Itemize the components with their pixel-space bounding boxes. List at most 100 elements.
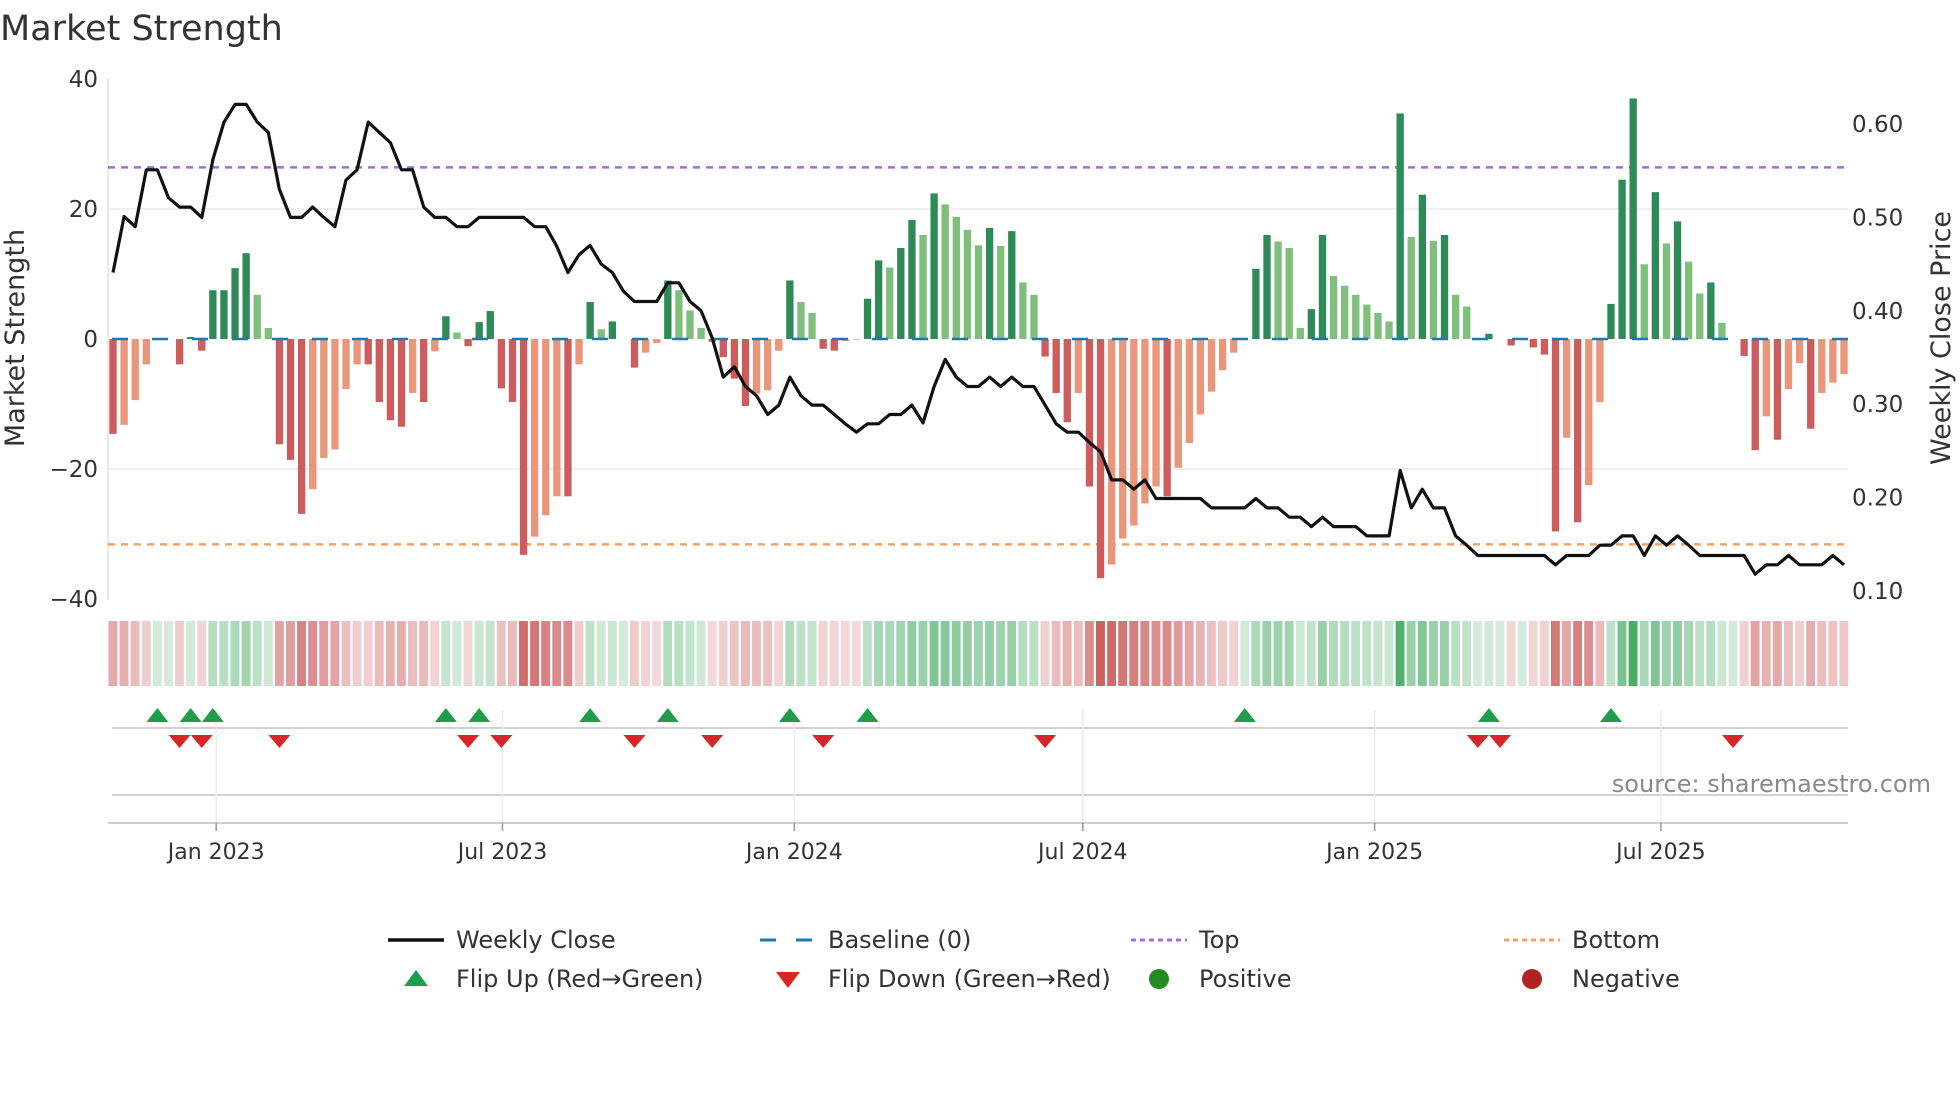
bar-positive xyxy=(608,321,616,339)
strip-cell xyxy=(1550,621,1560,686)
strip-cell xyxy=(1639,621,1649,686)
strip-cell xyxy=(175,621,184,686)
right-tick-label: 0.20 xyxy=(1852,486,1903,512)
bar-positive xyxy=(963,229,972,339)
strip-cell xyxy=(618,621,628,686)
strip-cell xyxy=(951,621,961,686)
bar-positive xyxy=(597,329,605,339)
legend-label-negative: Negative xyxy=(1572,965,1680,993)
strip-cell xyxy=(1839,621,1849,686)
strip-cell xyxy=(1617,621,1627,686)
right-tick-label: 0.10 xyxy=(1852,579,1903,605)
strip-cell xyxy=(1562,621,1571,686)
bar-positive xyxy=(808,313,816,339)
strip-cell xyxy=(519,621,528,686)
bar-negative xyxy=(1829,339,1837,383)
bar-negative xyxy=(142,339,150,365)
strip-cell xyxy=(1772,621,1782,686)
bar-negative xyxy=(1041,339,1049,357)
strip-cell xyxy=(641,621,650,686)
bar-negative xyxy=(275,339,284,445)
strip-cell xyxy=(740,621,750,686)
strip-cell xyxy=(274,621,284,686)
flip-down-marker xyxy=(490,735,513,748)
bar-positive xyxy=(1352,294,1360,339)
strip-cell xyxy=(1417,621,1427,686)
left-axis-label: Market Strength xyxy=(0,229,31,447)
strip-cell xyxy=(607,621,617,686)
left-tick-label: 40 xyxy=(69,67,98,93)
bar-negative xyxy=(408,339,417,393)
strip-cell xyxy=(929,621,939,686)
bar-negative xyxy=(1207,339,1216,392)
strip-cell xyxy=(696,621,706,686)
strip-cell xyxy=(1029,621,1039,686)
bar-negative xyxy=(1762,339,1770,417)
strip-cell xyxy=(541,621,551,686)
x-tick-label: Jul 2025 xyxy=(1614,840,1706,865)
bar-negative xyxy=(1795,339,1804,364)
triangle-up-icon xyxy=(404,970,428,986)
bar-negative xyxy=(830,339,838,351)
strip-cell xyxy=(985,621,994,686)
bar-positive xyxy=(874,260,883,339)
strip-cell xyxy=(1428,621,1438,686)
strip-cell xyxy=(119,621,129,686)
strip-cell xyxy=(707,621,717,686)
flip-up-marker xyxy=(201,708,224,722)
x-tick-label: Jan 2023 xyxy=(166,840,265,865)
strip-cell xyxy=(408,621,417,686)
strip-cell xyxy=(1484,621,1494,686)
strip-cell xyxy=(763,621,773,686)
bar-positive xyxy=(1296,327,1304,339)
bar-negative xyxy=(1751,339,1759,451)
bar-positive xyxy=(886,267,894,339)
bar-negative xyxy=(1052,339,1060,393)
bar-negative xyxy=(120,339,128,425)
bar-negative xyxy=(630,339,639,368)
strip-cell xyxy=(1251,621,1261,686)
bar-positive xyxy=(1363,304,1371,339)
strip-cell xyxy=(940,621,950,686)
strip-cell xyxy=(874,621,883,686)
bar-negative xyxy=(131,339,139,401)
strip-cell xyxy=(1084,621,1094,686)
strip-cell xyxy=(1728,621,1738,686)
circle-icon xyxy=(1149,969,1169,989)
bar-negative xyxy=(286,339,295,460)
bar-negative xyxy=(719,339,727,358)
right-tick-label: 0.30 xyxy=(1852,392,1903,418)
strip-cell xyxy=(1706,621,1716,686)
bar-positive xyxy=(242,253,250,339)
strip-cell xyxy=(1284,621,1294,686)
bar-positive xyxy=(1008,231,1016,339)
strip-cell xyxy=(1140,621,1150,686)
strip-cell xyxy=(352,621,362,686)
strip-cell xyxy=(241,621,251,686)
left-tick-label: 0 xyxy=(83,327,98,353)
bar-negative xyxy=(353,339,361,365)
strip-cell xyxy=(263,621,273,686)
bar-negative xyxy=(1740,339,1748,356)
strip-cell xyxy=(330,621,340,686)
bar-positive xyxy=(264,327,273,339)
strip-cell xyxy=(596,621,606,686)
x-tick-label: Jan 2025 xyxy=(1324,840,1423,865)
chart-title: Market Strength xyxy=(0,9,283,49)
strip-cell xyxy=(1606,621,1616,686)
bar-negative xyxy=(519,339,528,555)
strip-cell xyxy=(1528,621,1538,686)
strip-cell xyxy=(430,621,440,686)
bar-negative xyxy=(1818,339,1826,393)
strip-cell xyxy=(1495,621,1505,686)
strip-cell xyxy=(1684,621,1694,686)
bar-positive xyxy=(1463,306,1471,339)
bar-positive xyxy=(1640,264,1648,339)
x-tick-label: Jul 2024 xyxy=(1036,840,1128,865)
strip-cell xyxy=(1717,621,1727,686)
bar-negative xyxy=(1119,339,1127,539)
strip-cell xyxy=(1573,621,1583,686)
strip-cell xyxy=(652,621,662,686)
left-tick-label: −40 xyxy=(49,587,98,613)
strip-cell xyxy=(973,621,983,686)
